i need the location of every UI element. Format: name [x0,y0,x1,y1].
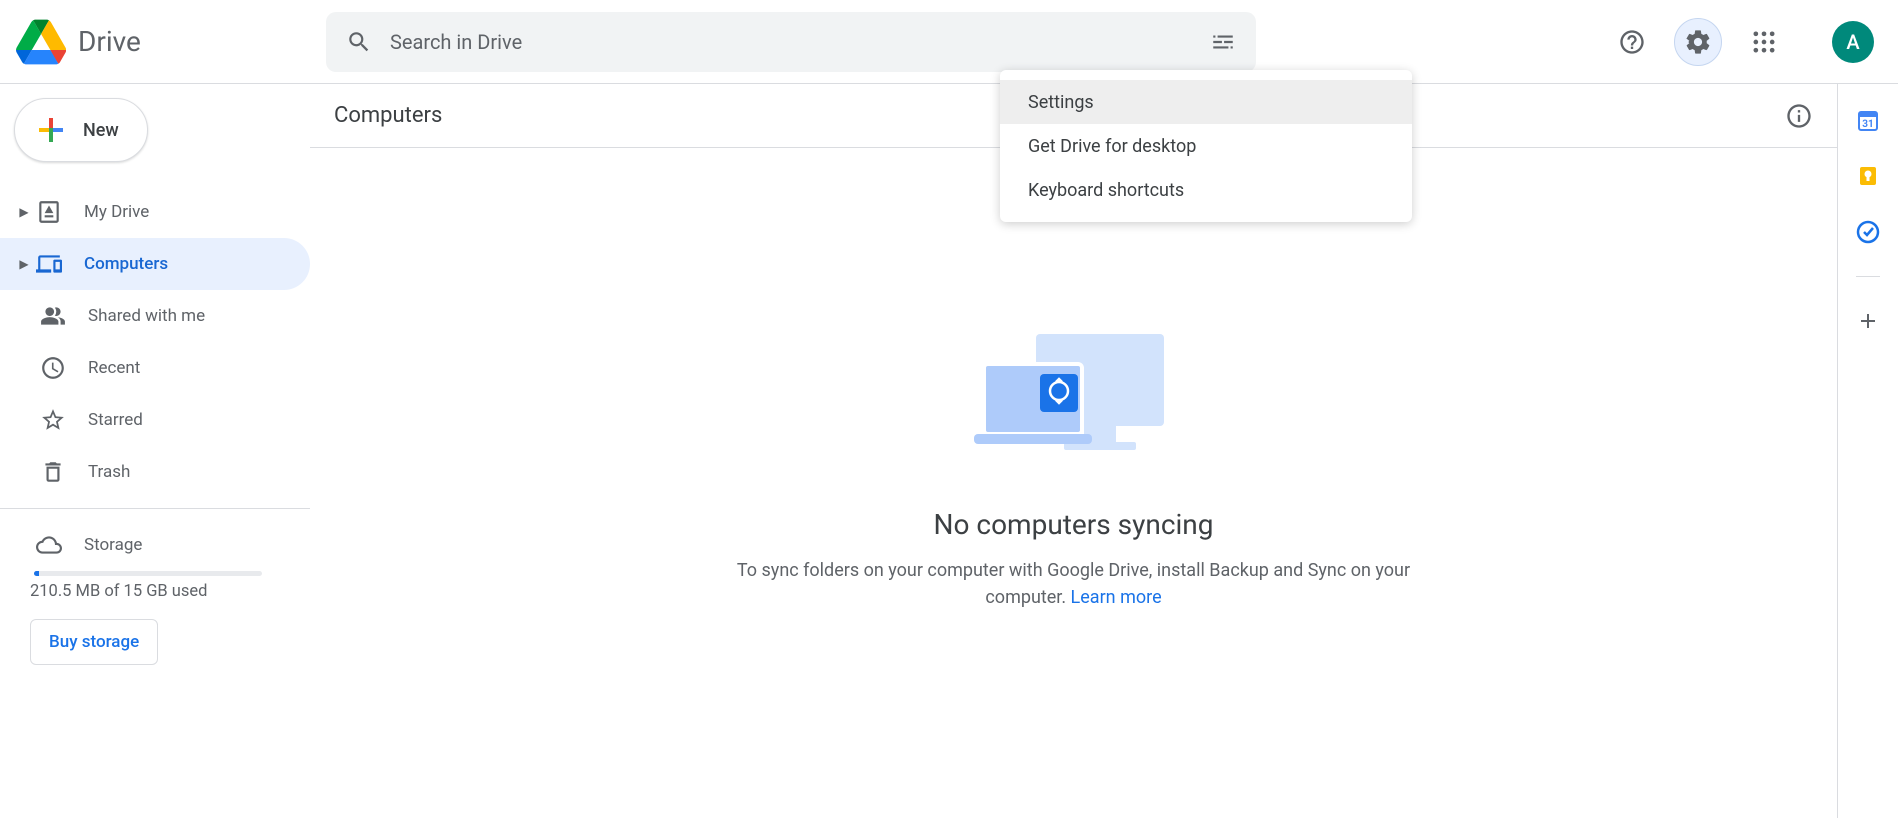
search-bar[interactable] [326,12,1256,72]
sidebar-item-label: My Drive [84,202,149,222]
header-right: A [1608,18,1882,66]
search-icon [346,29,372,55]
recent-icon [40,355,66,381]
settings-menu: Settings Get Drive for desktop Keyboard … [1000,70,1412,222]
tasks-icon[interactable] [1856,220,1880,244]
sidebar-item-label: Recent [88,358,140,378]
sidebar-item-my-drive[interactable]: ▶ My Drive [0,186,310,238]
search-options-icon[interactable] [1210,29,1236,55]
learn-more-link[interactable]: Learn more [1071,587,1162,608]
shared-icon [40,303,66,329]
trash-icon [40,459,66,485]
menu-item-keyboard-shortcuts[interactable]: Keyboard shortcuts [1000,168,1412,212]
account-avatar[interactable]: A [1832,21,1874,63]
storage-bar [34,571,262,576]
sidebar-item-label: Starred [88,410,143,430]
chevron-right-icon: ▶ [16,205,32,219]
gear-icon [1684,28,1712,56]
rail-separator [1856,276,1880,277]
help-icon [1618,28,1646,56]
product-name: Drive [78,25,141,58]
empty-state: No computers syncing To sync folders on … [310,148,1837,818]
empty-description: To sync folders on your computer with Go… [714,557,1434,611]
svg-text:31: 31 [1862,119,1873,130]
right-rail: 31 [1838,84,1898,818]
star-icon [40,407,66,433]
sidebar-item-trash[interactable]: Trash [0,446,310,498]
sidebar-item-label: Computers [84,254,168,274]
logo-area[interactable]: Drive [16,17,326,67]
page-title: Computers [334,103,442,128]
sidebar-item-label: Shared with me [88,306,205,326]
new-button[interactable]: New [14,98,148,162]
sidebar-item-label: Trash [88,462,130,482]
cloud-icon [36,532,62,558]
sidebar-separator [0,508,310,509]
apps-button[interactable] [1740,18,1788,66]
computers-icon [36,251,62,277]
storage-used-text: 210.5 MB of 15 GB used [30,582,310,601]
drive-logo-icon [16,17,66,67]
sidebar-item-recent[interactable]: Recent [0,342,310,394]
my-drive-icon [36,199,62,225]
settings-button[interactable] [1674,18,1722,66]
storage-label: Storage [84,535,142,555]
nav: ▶ My Drive ▶ Computers Shared with me Re… [0,186,310,498]
calendar-icon[interactable]: 31 [1856,108,1880,132]
menu-item-get-drive-desktop[interactable]: Get Drive for desktop [1000,124,1412,168]
search-input[interactable] [390,30,1200,54]
sidebar-item-computers[interactable]: ▶ Computers [0,238,310,290]
menu-item-settings[interactable]: Settings [1000,80,1412,124]
new-button-label: New [83,120,119,141]
plus-icon [33,112,69,148]
add-addon-icon[interactable] [1856,309,1880,333]
sidebar-item-shared-with-me[interactable]: Shared with me [0,290,310,342]
sidebar: New ▶ My Drive ▶ Computers Shared with m… [0,84,310,818]
chevron-right-icon: ▶ [16,257,32,271]
apps-icon [1750,28,1778,56]
sidebar-item-starred[interactable]: Starred [0,394,310,446]
buy-storage-button[interactable]: Buy storage [30,619,158,665]
keep-icon[interactable] [1856,164,1880,188]
sidebar-item-storage[interactable]: Storage [0,519,310,571]
header-bar: Drive A [0,0,1898,84]
info-icon[interactable] [1785,102,1813,130]
computers-illustration [974,328,1174,458]
empty-title: No computers syncing [934,508,1214,541]
support-button[interactable] [1608,18,1656,66]
